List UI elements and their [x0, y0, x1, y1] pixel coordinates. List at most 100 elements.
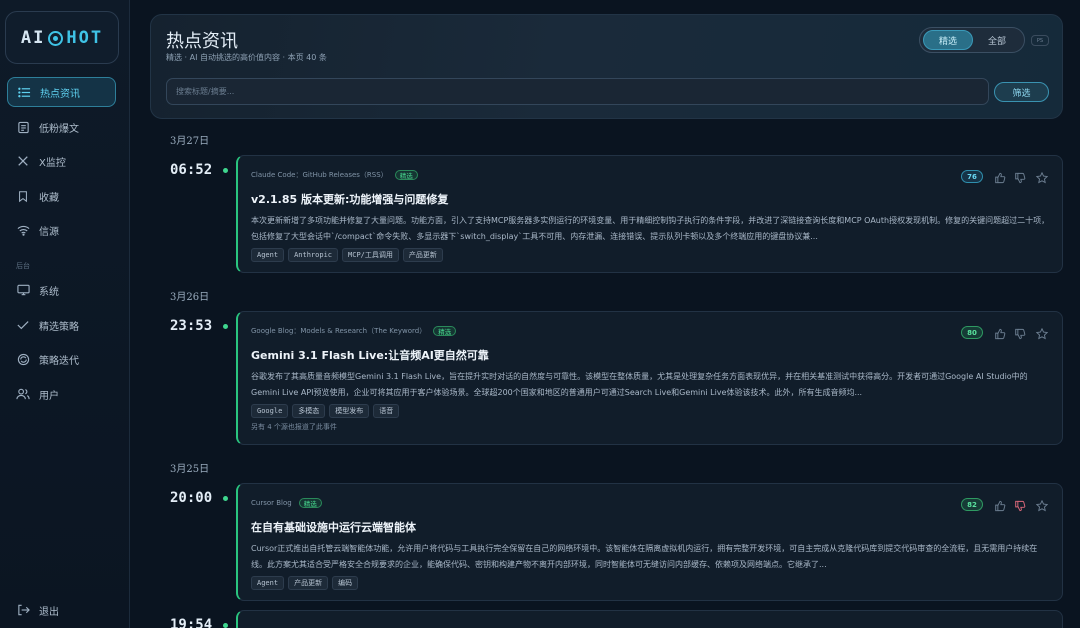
card-title[interactable]: Gemini 3.1 Flash Live:让音频AI更自然可靠: [251, 347, 489, 363]
tag[interactable]: Agent: [251, 248, 285, 262]
logout-button[interactable]: 退出: [7, 595, 116, 625]
sidebar-item-x-monitor[interactable]: X监控: [7, 146, 116, 176]
sidebar-item-low-fans[interactable]: 低粉爆文: [7, 112, 116, 142]
date-heading: 3月27日: [170, 136, 210, 147]
thumbs-up-icon[interactable]: [994, 325, 1006, 340]
users-icon: [16, 387, 30, 401]
check-icon: [16, 318, 30, 332]
header-panel: 热点资讯 精选 · AI 自动挑选的高价值内容 · 本页 40 条 精选 全部 …: [150, 14, 1063, 119]
tag[interactable]: MCP/工具调用: [342, 248, 399, 262]
tag[interactable]: 产品更新: [402, 248, 443, 262]
star-icon[interactable]: [1035, 325, 1049, 340]
sidebar-group-label: 后台: [16, 262, 30, 270]
timeline-dot: [223, 324, 228, 329]
tag-list: Agent 产品更新 编码: [251, 576, 362, 590]
news-card[interactable]: Google Blog：Models & Research（The Keywor…: [236, 311, 1063, 445]
time-label: 20:00: [170, 490, 213, 506]
selected-badge: 精选: [394, 170, 418, 180]
timeline-dot: [223, 496, 228, 501]
tag[interactable]: 语音: [373, 404, 400, 418]
bookmark-icon: [16, 189, 30, 203]
x-logo-icon: [16, 154, 30, 168]
sidebar-item-label: 信源: [39, 226, 59, 238]
sidebar-item-label: 策略迭代: [39, 355, 79, 367]
shortcut-hint: PS: [1031, 35, 1049, 46]
tag[interactable]: 编码: [332, 576, 359, 590]
thumbs-down-icon[interactable]: [1014, 497, 1026, 512]
toggle-selected-option[interactable]: 精选: [923, 30, 973, 50]
time-label: 06:52: [170, 162, 213, 178]
tag[interactable]: 多模态: [292, 404, 326, 418]
thumbs-up-icon[interactable]: [994, 497, 1006, 512]
card-source: Claude Code：GitHub Releases（RSS） 精选: [251, 170, 418, 180]
logout-icon: [16, 603, 30, 617]
document-icon: [16, 120, 30, 134]
app-logo[interactable]: AI HOT: [5, 11, 119, 64]
tag[interactable]: 模型发布: [329, 404, 370, 418]
selected-badge: 精选: [298, 498, 322, 508]
timeline-dot: [223, 168, 228, 173]
thumbs-down-icon[interactable]: [1014, 169, 1026, 184]
logout-label: 退出: [39, 606, 59, 618]
tag[interactable]: Anthropic: [288, 248, 339, 262]
source-name: Claude Code：GitHub Releases（RSS）: [251, 171, 388, 179]
sidebar-item-strategy-iteration[interactable]: 策略迭代: [7, 344, 116, 374]
sidebar-item-users[interactable]: 用户: [7, 379, 116, 409]
toggle-all-option[interactable]: 全部: [972, 30, 1022, 50]
news-card[interactable]: Cursor Blog 精选 在自有基础设施中运行云端智能体 Cursor正式推…: [236, 483, 1063, 601]
time-label: 23:53: [170, 318, 213, 334]
timeline-dot: [223, 623, 228, 628]
tag[interactable]: 产品更新: [288, 576, 329, 590]
date-heading: 3月26日: [170, 292, 210, 303]
tag[interactable]: Google: [251, 404, 289, 418]
sidebar-item-label: 系统: [39, 286, 59, 298]
star-icon[interactable]: [1035, 497, 1049, 512]
sidebar-item-hot-news[interactable]: 热点资讯: [7, 77, 116, 107]
thumbs-down-icon[interactable]: [1014, 325, 1026, 340]
logo-text-left: AI: [20, 27, 46, 48]
sidebar-item-sources[interactable]: 信源: [7, 215, 116, 245]
wifi-icon: [16, 223, 30, 237]
related-sources-note[interactable]: 另有 4 个源也报道了此事件: [251, 422, 337, 432]
sidebar-item-label: X监控: [39, 157, 66, 169]
time-label: 19:54: [170, 617, 213, 628]
sidebar-item-label: 热点资讯: [40, 88, 80, 100]
card-source: Google Blog：Models & Research（The Keywor…: [251, 326, 457, 336]
logo-dot-icon: [48, 31, 64, 46]
selected-badge: 精选: [433, 326, 457, 336]
card-summary: 本次更新新增了多项功能并修复了大量问题。功能方面，引入了支持MCP服务器多实例运…: [251, 216, 1050, 241]
sidebar-item-selection-strategy[interactable]: 精选策略: [7, 310, 116, 340]
tag-list: Agent Anthropic MCP/工具调用 产品更新: [251, 248, 447, 262]
date-heading: 3月25日: [170, 464, 210, 475]
score-badge: 80: [961, 326, 983, 339]
sidebar-item-label: 低粉爆文: [39, 123, 79, 135]
news-card[interactable]: [236, 610, 1063, 628]
cycle-icon: [16, 352, 30, 366]
page-title: 热点资讯: [166, 31, 238, 52]
logo-text-right: HOT: [66, 27, 104, 48]
star-icon[interactable]: [1035, 169, 1049, 184]
tag[interactable]: Agent: [251, 576, 285, 590]
card-title[interactable]: 在自有基础设施中运行云端智能体: [251, 519, 416, 535]
card-summary: 谷歌发布了其高质量音频模型Gemini 3.1 Flash Live，旨在提升实…: [251, 372, 1028, 397]
tag-list: Google 多模态 模型发布 语音: [251, 404, 403, 418]
sidebar-item-label: 精选策略: [39, 321, 79, 333]
thumbs-up-icon[interactable]: [994, 169, 1006, 184]
sidebar-item-favorites[interactable]: 收藏: [7, 181, 116, 211]
news-card[interactable]: Claude Code：GitHub Releases（RSS） 精选 v2.1…: [236, 155, 1063, 273]
source-name: Cursor Blog: [251, 499, 292, 507]
list-icon: [17, 85, 31, 99]
filter-button[interactable]: 筛选: [994, 82, 1049, 102]
card-source: Cursor Blog 精选: [251, 498, 322, 508]
card-title[interactable]: v2.1.85 版本更新:功能增强与问题修复: [251, 191, 448, 207]
sidebar: AI HOT 热点资讯 低粉爆文 X监控 收藏 信源 后台 系统 精选策略 策略…: [0, 0, 130, 628]
sidebar-item-label: 收藏: [39, 192, 59, 204]
score-badge: 76: [961, 170, 983, 183]
search-input[interactable]: [166, 78, 989, 105]
source-name: Google Blog：Models & Research（The Keywor…: [251, 327, 427, 335]
card-summary: Cursor正式推出自托管云端智能体功能，允许用户将代码与工具执行完全保留在自己…: [251, 544, 1038, 569]
page-subtitle: 精选 · AI 自动挑选的高价值内容 · 本页 40 条: [166, 53, 327, 62]
sidebar-item-system[interactable]: 系统: [7, 275, 116, 305]
sidebar-item-label: 用户: [39, 390, 59, 402]
view-toggle: 精选 全部: [919, 27, 1025, 53]
